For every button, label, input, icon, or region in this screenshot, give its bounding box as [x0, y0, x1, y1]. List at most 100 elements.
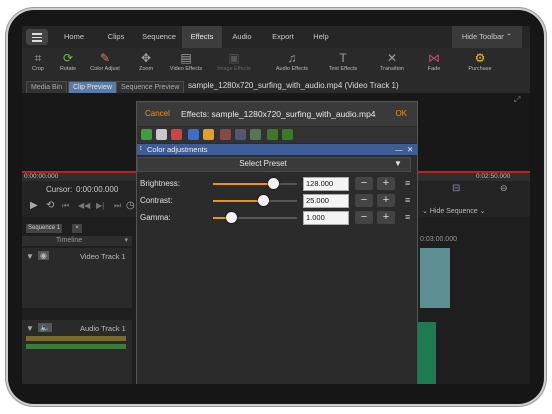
skip-start-icon[interactable]: ⏮ — [62, 201, 69, 211]
menu-icon[interactable]: ≡ — [405, 212, 410, 222]
clock-icon[interactable]: ◷ — [126, 200, 135, 211]
copy-icon[interactable] — [235, 129, 246, 140]
close-icon[interactable]: ✕ — [407, 145, 413, 154]
rotate-icon: ⟳ — [62, 51, 74, 65]
hide-toolbar-label: Hide Toolbar — [461, 32, 504, 41]
color-adjustments-panel-header[interactable]: ↕ Color adjustments — ✕ — [137, 144, 417, 155]
audio-effects-tool[interactable]: ♫ Audio Effects — [272, 50, 312, 78]
loop-icon[interactable]: ⟲ — [46, 200, 54, 211]
audio-track-header: ▼ 🔈 Audio Track 1 — [22, 320, 132, 384]
hamburger-menu-icon[interactable] — [26, 29, 48, 45]
audio-track-label: Audio Track 1 — [80, 324, 126, 333]
hide-toolbar-button[interactable]: Hide Toolbar ⌃ — [452, 26, 522, 48]
collapse-icon[interactable]: ▼ — [26, 252, 34, 261]
video-effects-tool[interactable]: ▤ Video Effects — [166, 50, 206, 78]
crop-tool[interactable]: ⌗ Crop — [26, 50, 50, 78]
contrast-increase-button[interactable]: + — [377, 194, 395, 207]
brightness-label: Brightness: — [140, 179, 181, 188]
transition-tool[interactable]: ✕ Transition — [374, 50, 410, 78]
close-sequence-icon[interactable]: × — [72, 224, 82, 233]
panel-expand-icon: ↕ — [139, 145, 143, 152]
cursor-time: 0:00:00.000 — [76, 185, 119, 194]
brightness-field[interactable]: 128.000 — [303, 177, 349, 191]
tab-clips[interactable]: Clips — [96, 26, 136, 48]
video-clip[interactable] — [420, 248, 450, 308]
zoom-out-icon[interactable]: ⊖ — [500, 183, 508, 194]
save-icon[interactable] — [188, 129, 199, 140]
rotate-label: Rotate — [59, 66, 77, 72]
gamma-label: Gamma: — [140, 213, 171, 222]
image-effects-tool[interactable]: ▣ Image Effects — [214, 50, 254, 78]
hide-sequence-button[interactable]: ⌄ Hide Sequence ⌄ — [422, 207, 486, 215]
paste-icon[interactable] — [250, 129, 261, 140]
purchase-label: Purchase — [468, 66, 492, 72]
chevron-down-icon[interactable]: ▾ — [90, 236, 128, 246]
brightness-slider[interactable] — [267, 178, 279, 189]
fade-tool[interactable]: ⋈ Fade — [420, 50, 448, 78]
color-adjust-tool[interactable]: ✎ Color Adjust — [86, 50, 124, 78]
dialog-toolbar — [137, 127, 417, 143]
delete-icon[interactable] — [220, 129, 231, 140]
tab-home[interactable]: Home — [52, 26, 96, 48]
tab-help[interactable]: Help — [304, 26, 338, 48]
color-adjust-icon: ✎ — [99, 51, 111, 65]
move-down-icon[interactable] — [267, 129, 278, 140]
collapse-icon[interactable]: ▼ — [26, 324, 34, 333]
remove-effect-icon[interactable] — [171, 129, 182, 140]
chevron-up-icon: ⌃ — [505, 32, 513, 41]
brightness-row: Brightness: 128.000 − + ≡ — [137, 176, 417, 192]
tab-effects[interactable]: Effects — [182, 26, 222, 48]
ok-button[interactable]: OK — [395, 109, 407, 118]
fullscreen-icon[interactable]: ⤢ — [514, 95, 520, 105]
add-effect-icon[interactable] — [141, 129, 152, 140]
minimize-icon[interactable]: — — [395, 145, 403, 154]
preset-select[interactable]: Select Preset ▼ — [137, 157, 411, 172]
marker-icon[interactable]: ⊟ — [452, 183, 460, 194]
ruler-start-time: 0:00:00.000 — [24, 173, 59, 180]
skip-end-icon[interactable]: ⏭ — [114, 201, 121, 211]
duplicate-effect-icon[interactable] — [156, 129, 167, 140]
play-icon[interactable]: ▶ — [30, 200, 38, 211]
menu-icon[interactable]: ≡ — [405, 195, 410, 205]
tab-export[interactable]: Export — [262, 26, 304, 48]
gamma-field[interactable]: 1.000 — [303, 211, 349, 225]
cancel-button[interactable]: Cancel — [145, 109, 170, 118]
step-forward-icon[interactable]: ▶| — [96, 201, 104, 210]
hide-sequence-label: Hide Sequence — [429, 208, 478, 215]
contrast-decrease-button[interactable]: − — [355, 194, 373, 207]
contrast-fill — [213, 200, 264, 202]
gamma-decrease-button[interactable]: − — [355, 211, 373, 224]
edit-icon[interactable] — [203, 129, 214, 140]
contrast-slider[interactable] — [257, 195, 269, 206]
crop-label: Crop — [32, 66, 44, 72]
fade-icon: ⋈ — [428, 51, 440, 65]
rewind-icon[interactable]: ◀◀ — [78, 201, 90, 210]
image-effects-icon: ▣ — [228, 51, 240, 65]
gamma-increase-button[interactable]: + — [377, 211, 395, 224]
video-track-icon[interactable]: ◉ — [38, 251, 49, 260]
zoom-tool[interactable]: ✥ Zoom — [132, 50, 160, 78]
sequence-tab[interactable]: Sequence 1 — [26, 224, 62, 233]
text-effects-tool[interactable]: T Text Effects — [324, 50, 362, 78]
transition-icon: ✕ — [386, 51, 398, 65]
contrast-field[interactable]: 25.000 — [303, 194, 349, 208]
contrast-row: Contrast: 25.000 − + ≡ — [137, 193, 417, 209]
speaker-icon[interactable]: 🔈 — [38, 323, 52, 332]
rotate-tool[interactable]: ⟳ Rotate — [54, 50, 82, 78]
panel-title: Color adjustments — [147, 145, 208, 154]
preset-label: Select Preset — [239, 159, 287, 168]
purchase-tool[interactable]: ⚙ Purchase — [462, 50, 498, 78]
cursor-label: Cursor: — [46, 185, 73, 194]
menu-icon[interactable]: ≡ — [405, 178, 410, 188]
transition-label: Transition — [380, 66, 404, 72]
tab-sequence[interactable]: Sequence — [136, 26, 182, 48]
zoom-label: Zoom — [138, 66, 154, 72]
video-track-label: Video Track 1 — [80, 252, 126, 261]
brightness-decrease-button[interactable]: − — [355, 177, 373, 190]
image-effects-label: Image Effects — [217, 66, 251, 72]
tab-audio[interactable]: Audio — [222, 26, 262, 48]
move-up-icon[interactable] — [282, 129, 293, 140]
chevron-down-icon: ⌄ — [479, 208, 486, 215]
brightness-increase-button[interactable]: + — [377, 177, 395, 190]
gamma-slider[interactable] — [225, 212, 237, 223]
